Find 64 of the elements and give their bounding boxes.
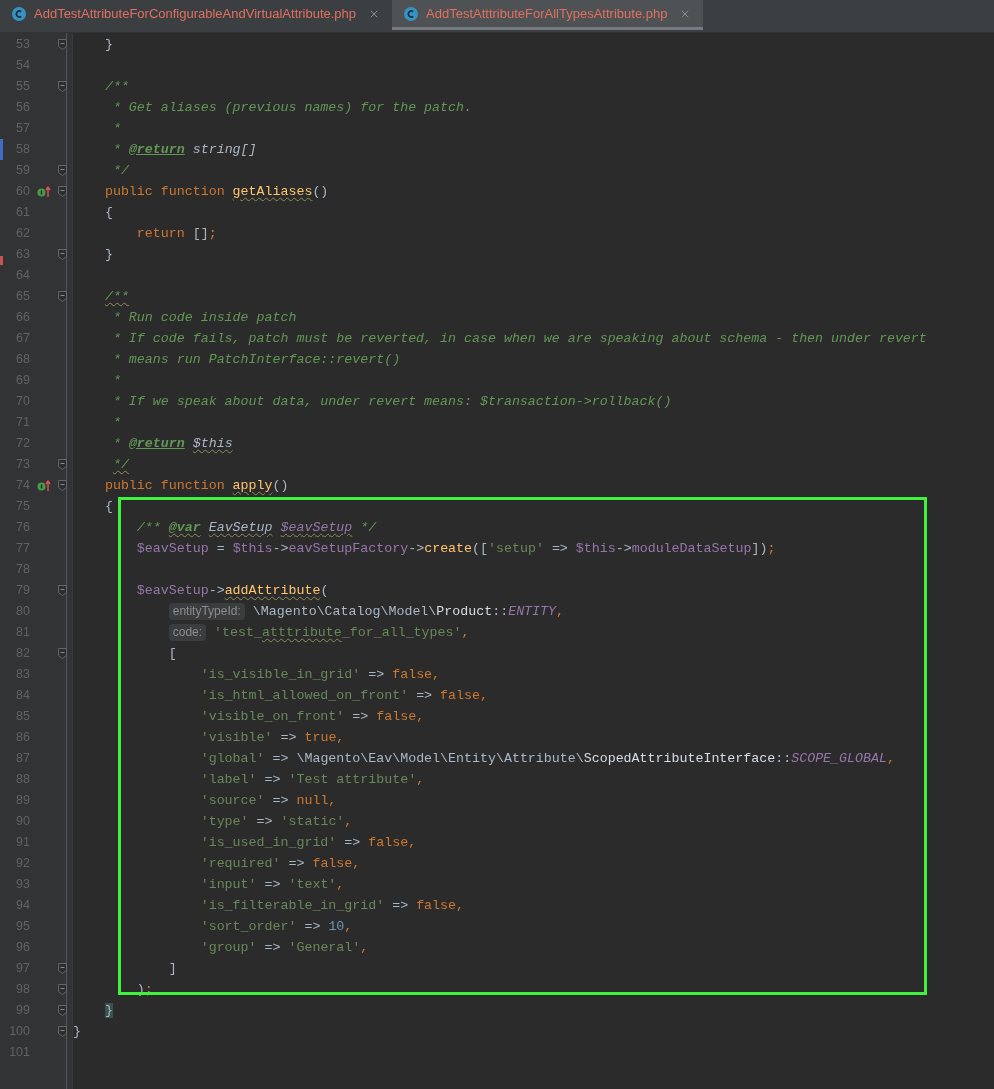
code-line: 'visible_on_front' => false,: [200, 707, 425, 726]
fold-icon[interactable]: [58, 984, 67, 995]
code-line: 'input' => 'text',: [200, 875, 345, 894]
code-line: 'visible' => true,: [200, 728, 345, 747]
fold-icon[interactable]: [58, 186, 67, 197]
code-line: {: [104, 203, 113, 222]
code-line: * Get aliases (previous names) for the patch.: [112, 98, 472, 117]
code-line: 'sort_order' => 10,: [200, 917, 353, 936]
code-line: 'label' => 'Test attribute',: [200, 770, 425, 789]
code-line: 'is_html_allowed_on_front' => false,: [200, 686, 488, 705]
code-line: 'test_atttribute_for_all_types',: [213, 623, 470, 642]
code-line: ]: [168, 959, 177, 978]
fold-icon[interactable]: [58, 963, 67, 974]
code-line: $eavSetup = $this->eavSetupFactory->create(['setup' => $this->moduleDataSetup]);: [136, 539, 776, 558]
code-line: public function apply(): [104, 476, 289, 495]
code-line: 'type' => 'static',: [200, 812, 353, 831]
code-line: * @return string[]: [112, 140, 257, 159]
code-line: *: [112, 371, 121, 390]
code-line: *: [112, 119, 121, 138]
code-line: 'required' => false,: [200, 854, 361, 873]
code-line: *: [112, 413, 121, 432]
implements-marker-icon[interactable]: [37, 185, 51, 198]
code-line: /** @var EavSetup $eavSetup */: [136, 518, 377, 537]
fold-icon[interactable]: [58, 459, 67, 470]
code-line: {: [104, 497, 113, 516]
code-line: 'source' => null,: [200, 791, 337, 810]
code-line: $eavSetup->addAttribute(: [136, 581, 329, 600]
editor-tab[interactable]: AddTestAtttributeForAllTypesAttribute.php: [392, 0, 704, 30]
code-line: public function getAliases(): [104, 182, 329, 201]
class-icon: [12, 6, 26, 21]
code-line: * If code fails, patch must be reverted, in case when we are speaking about schema - then under revert: [112, 329, 927, 348]
fold-icon[interactable]: [58, 39, 67, 50]
code-line: * @return $this: [112, 434, 233, 453]
fold-icon[interactable]: [58, 1005, 67, 1016]
code-line: * Run code inside patch: [112, 308, 297, 327]
code-line: 'is_visible_in_grid' => false,: [200, 665, 441, 684]
code-line: }: [104, 245, 113, 264]
code-line: 'global' => \Magento\Eav\Model\Entity\Attribute\ScopedAttributeInterface::SCOPE_GLOBAL,: [200, 749, 895, 768]
code-line: /**: [104, 287, 129, 306]
fold-icon[interactable]: [58, 249, 67, 260]
fold-icon[interactable]: [58, 291, 67, 302]
fold-icon[interactable]: [58, 1026, 67, 1037]
code-line: 'is_filterable_in_grid' => false,: [200, 896, 465, 915]
class-icon: [404, 6, 419, 21]
code-line: */: [112, 455, 129, 474]
code-line: 'group' => 'General',: [200, 938, 369, 957]
code-line: \Magento\Catalog\Model\Product::ENTITY,: [251, 602, 565, 621]
fold-icon[interactable]: [58, 648, 67, 659]
implements-marker-icon[interactable]: [37, 479, 51, 492]
code-line: }: [104, 35, 113, 54]
code-line: }: [73, 1022, 81, 1041]
inlay-hint: code:: [168, 624, 207, 641]
code-line: return [];: [136, 224, 217, 243]
code-line: 'is_used_in_grid' => false,: [200, 833, 417, 852]
code-line: [: [168, 644, 177, 663]
code-line: * If we speak about data, under revert means: $transaction->rollback(): [112, 392, 672, 411]
code-line: * means run PatchInterface::revert(): [112, 350, 401, 369]
code-line: /**: [104, 77, 129, 96]
inlay-hint: entityTypeId:: [168, 603, 245, 620]
fold-icon[interactable]: [58, 165, 67, 176]
fold-icon[interactable]: [58, 480, 67, 491]
fold-icon[interactable]: [58, 585, 67, 596]
fold-icon[interactable]: [58, 81, 67, 92]
code-line: */: [112, 161, 129, 180]
